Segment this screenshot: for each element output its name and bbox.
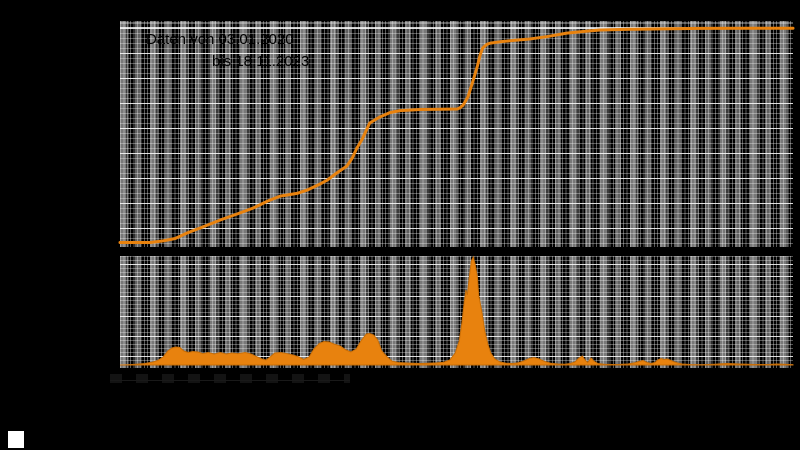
daily-area-svg — [119, 255, 794, 366]
white-square-marker — [8, 431, 24, 448]
annotation-line2: bis 18.11.2023 — [212, 53, 310, 70]
daily-panel — [119, 255, 794, 368]
annotation-line1: Daten von 03.01.2020 — [146, 31, 294, 48]
x-axis-label-smudge — [110, 374, 350, 383]
chart-canvas: Daten von 03.01.2020 bis 18.11.2023 — [0, 0, 800, 450]
cumulative-panel: Daten von 03.01.2020 bis 18.11.2023 — [118, 21, 795, 247]
daily-area — [119, 255, 794, 366]
